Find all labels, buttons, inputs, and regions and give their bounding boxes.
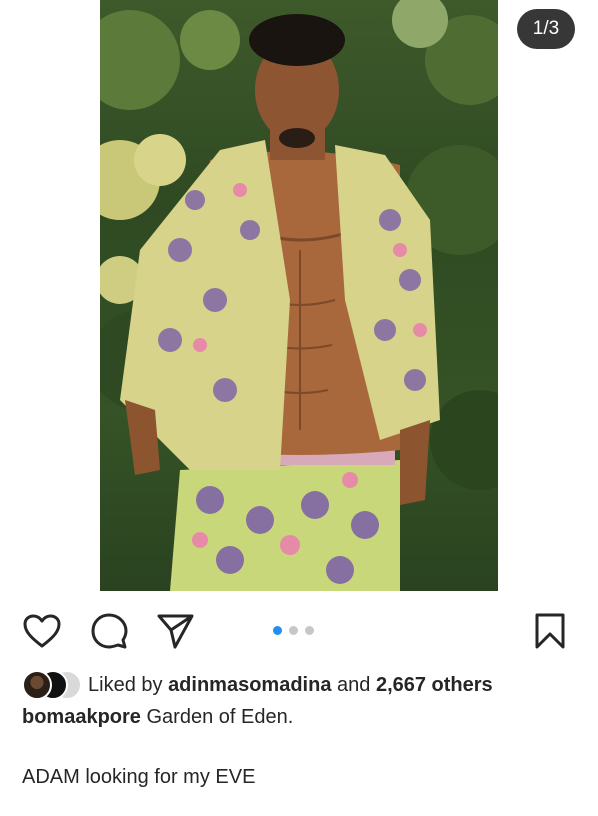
- carousel-dot-3: [305, 626, 314, 635]
- avatar: [22, 670, 52, 700]
- image-counter-badge: 1/3: [517, 9, 575, 49]
- carousel-indicator: [273, 626, 314, 636]
- caption-username[interactable]: bomaakpore: [22, 706, 141, 728]
- caption: bomaakpore Garden of Eden.: [22, 706, 293, 729]
- likes-connector: and: [337, 673, 371, 696]
- likes-summary[interactable]: Liked by adinmasomadina and 2,667 others: [22, 668, 493, 702]
- photo-illustration: [100, 0, 498, 591]
- like-button[interactable]: [20, 608, 64, 654]
- image-counter-text: 1/3: [532, 18, 560, 39]
- caption-text: Garden of Eden.: [146, 706, 294, 728]
- heart-icon: [23, 614, 61, 648]
- likes-prefix: Liked by: [88, 673, 163, 696]
- likes-others-count[interactable]: 2,667 others: [376, 674, 493, 696]
- carousel-dot-1: [273, 626, 282, 635]
- carousel-dot-2: [289, 626, 298, 635]
- send-paper-plane-icon: [157, 614, 194, 649]
- comment-bubble-icon: [91, 613, 128, 649]
- liker-avatars: [22, 669, 82, 701]
- post-photo[interactable]: [100, 0, 498, 591]
- comment-button[interactable]: [87, 608, 131, 654]
- liker-username[interactable]: adinmasomadina: [168, 674, 331, 696]
- save-button[interactable]: [528, 608, 572, 654]
- caption-line-2: ADAM looking for my EVE: [22, 766, 256, 788]
- likes-text: Liked by adinmasomadina and 2,667 others: [88, 674, 493, 697]
- bookmark-icon: [535, 613, 565, 649]
- share-button[interactable]: [153, 608, 197, 654]
